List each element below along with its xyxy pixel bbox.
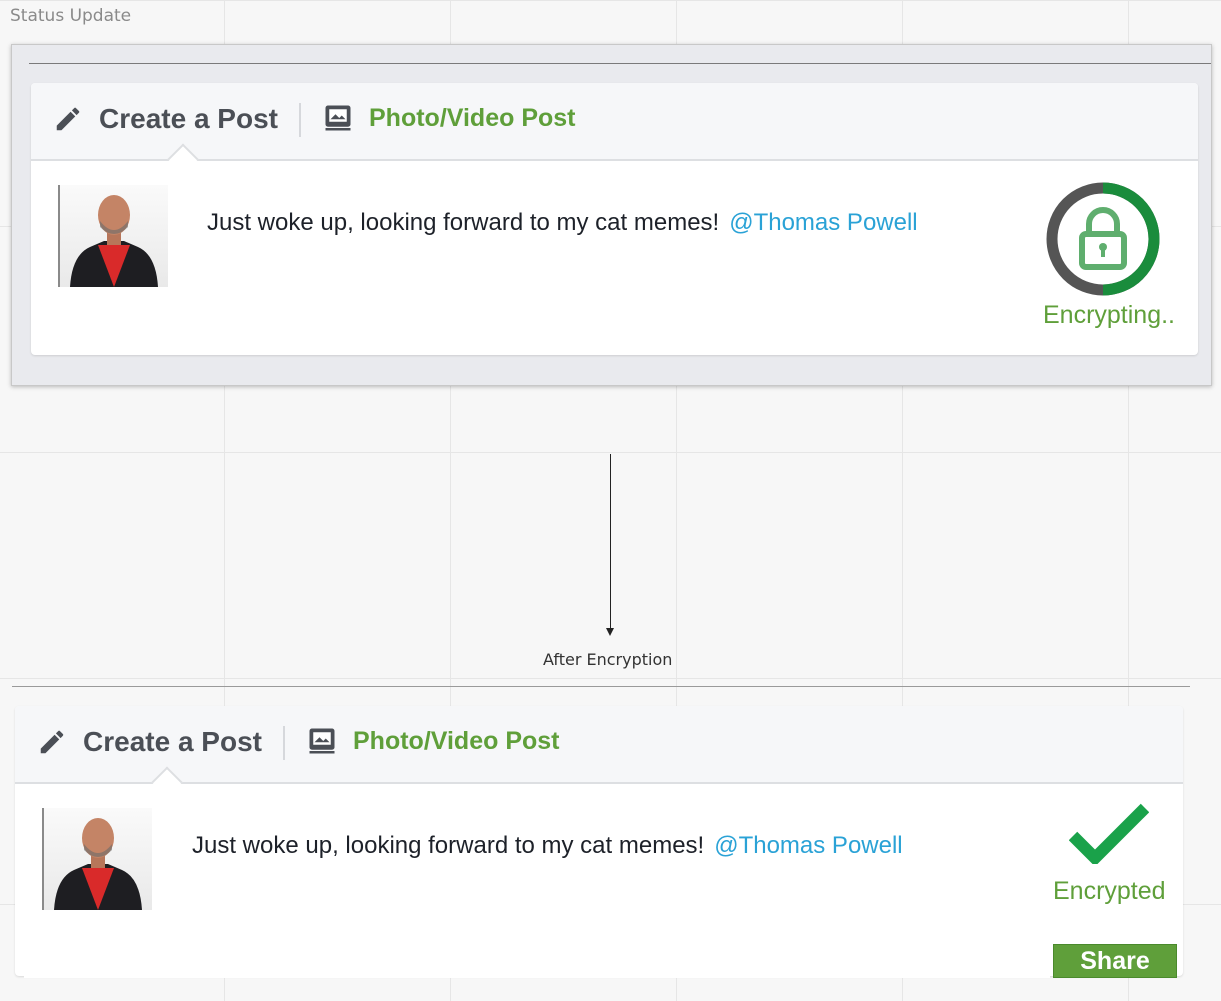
checkmark-icon	[1069, 803, 1149, 864]
pencil-icon	[56, 107, 80, 131]
mention-link[interactable]: @Thomas Powell	[729, 209, 917, 236]
mention-link[interactable]: @Thomas Powell	[714, 832, 902, 859]
post-message: Just woke up, looking forward to my cat …	[207, 209, 720, 236]
post-card-header: Create a Post Photo/Video Post	[15, 706, 1183, 784]
encryption-status: Encrypted	[1053, 877, 1166, 905]
post-card-encrypted: Create a Post Photo/Video Post Just woke…	[15, 706, 1183, 976]
post-message: Just woke up, looking forward to my cat …	[192, 832, 705, 859]
photo-album-icon	[325, 105, 351, 131]
frame-label: Status Update	[10, 6, 132, 26]
user-photo-icon	[70, 195, 158, 287]
post-card-encrypting: Create a Post Photo/Video Post Just woke…	[31, 83, 1198, 355]
card-footer-strip	[24, 946, 1050, 978]
tab-create-post-label: Create a Post	[99, 103, 278, 134]
connector-label: After Encryption	[543, 650, 673, 669]
post-text: Just woke up, looking forward to my cat …	[207, 209, 918, 237]
frame-divider	[29, 63, 1211, 64]
user-photo-icon	[54, 818, 142, 910]
tab-photo-video-post-label: Photo/Video Post	[353, 726, 560, 755]
connector-arrow-line	[610, 454, 611, 630]
tab-photo-video-post-label: Photo/Video Post	[369, 103, 576, 132]
arrow-down-icon	[606, 628, 614, 636]
avatar	[58, 185, 168, 287]
avatar	[42, 808, 152, 910]
tab-divider	[299, 103, 301, 137]
tab-create-post-label: Create a Post	[83, 726, 262, 757]
tab-create-post[interactable]: Create a Post	[53, 103, 278, 135]
encryption-status: Encrypting..	[1043, 301, 1176, 329]
post-text: Just woke up, looking forward to my cat …	[192, 832, 903, 860]
tab-photo-video-post[interactable]: Photo/Video Post	[307, 726, 560, 756]
photo-album-icon	[309, 728, 335, 754]
padlock-progress-ring-icon	[1046, 182, 1160, 296]
tab-photo-video-post[interactable]: Photo/Video Post	[323, 103, 576, 133]
tab-divider	[283, 726, 285, 760]
pencil-icon	[40, 730, 64, 754]
status-update-frame: Create a Post Photo/Video Post Just woke…	[11, 44, 1212, 386]
post-card-header: Create a Post Photo/Video Post	[31, 83, 1198, 161]
tab-create-post[interactable]: Create a Post	[37, 726, 262, 758]
share-button[interactable]: Share	[1053, 944, 1177, 978]
second-frame-divider	[12, 686, 1190, 687]
